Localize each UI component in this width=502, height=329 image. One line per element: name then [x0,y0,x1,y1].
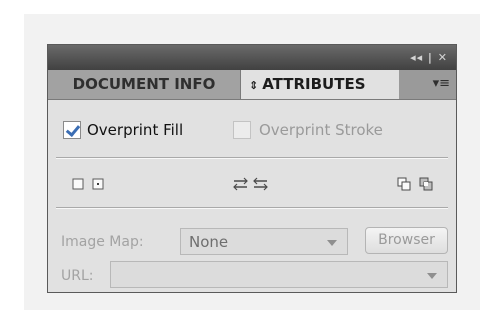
separator [56,157,448,159]
image-map-label: Image Map: [61,234,144,250]
use-even-odd-fill-icon[interactable] [418,177,436,191]
overprint-stroke-label: Overprint Stroke [259,121,383,139]
attribute-icon-row [48,177,456,193]
panel-window-controls[interactable]: ◂◂ | ✕ [410,51,448,64]
tab-attributes-label: ATTRIBUTES [262,75,366,93]
panel-tabbar: DOCUMENT INFO ⇕ ATTRIBUTES ▾≡ [48,70,456,100]
overprint-fill-label: Overprint Fill [87,121,184,139]
tab-attributes[interactable]: ⇕ ATTRIBUTES [241,70,399,99]
overprint-stroke-control[interactable]: Overprint Stroke [233,121,423,141]
use-non-zero-winding-fill-icon[interactable] [396,177,414,191]
url-label: URL: [61,268,94,284]
tab-options-arrows-icon: ⇕ [249,79,259,92]
overprint-fill-checkbox[interactable] [63,121,81,139]
tab-document-info[interactable]: DOCUMENT INFO [48,70,241,99]
hide-center-icon[interactable] [70,177,88,191]
overprint-stroke-checkbox[interactable] [233,121,251,139]
overprint-fill-control[interactable]: Overprint Fill [63,121,223,141]
url-combobox[interactable] [110,261,448,288]
attributes-panel: ◂◂ | ✕ DOCUMENT INFO ⇕ ATTRIBUTES ▾≡ Over… [47,44,457,293]
reverse-path-direction-off-icon[interactable] [232,177,250,191]
panel-titlebar[interactable]: ◂◂ | ✕ [48,45,456,70]
separator [56,207,448,209]
image-map-value: None [189,233,229,251]
browser-button[interactable]: Browser [365,227,448,254]
reverse-path-direction-on-icon[interactable] [252,177,270,191]
chevron-down-icon [427,273,437,279]
panel-menu-icon[interactable]: ▾≡ [433,77,450,90]
chevron-down-icon [327,240,337,246]
image-map-select[interactable]: None [180,228,348,255]
show-center-icon[interactable] [90,177,108,191]
